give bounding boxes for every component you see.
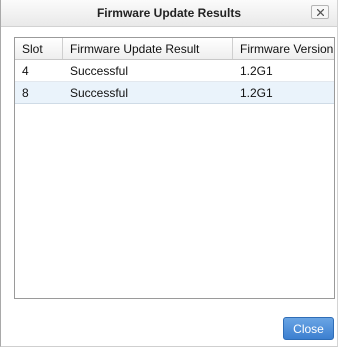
grid-header: Slot Firmware Update Result Firmware Ver… [15, 38, 334, 60]
close-button[interactable]: Close [283, 317, 334, 340]
results-grid: Slot Firmware Update Result Firmware Ver… [14, 37, 335, 299]
close-icon[interactable] [311, 5, 329, 19]
table-row[interactable]: 8 Successful 1.2G1 [15, 82, 334, 104]
cell-result: Successful [70, 86, 129, 100]
column-header-result[interactable]: Firmware Update Result [63, 38, 233, 59]
close-icon-glyph [317, 9, 324, 16]
column-header-version[interactable]: Firmware Version [233, 38, 334, 59]
dialog-titlebar: Firmware Update Results [1, 0, 337, 27]
dialog-title: Firmware Update Results [96, 6, 242, 20]
cell-result: Successful [70, 64, 129, 78]
cell-slot: 8 [22, 86, 29, 100]
column-header-slot[interactable]: Slot [15, 38, 63, 59]
cell-slot: 4 [22, 64, 29, 78]
table-row[interactable]: 4 Successful 1.2G1 [15, 60, 334, 82]
firmware-update-results-dialog: Firmware Update Results Slot Firmware Up… [0, 0, 338, 347]
cell-version: 1.2G1 [240, 64, 273, 78]
cell-version: 1.2G1 [240, 86, 273, 100]
